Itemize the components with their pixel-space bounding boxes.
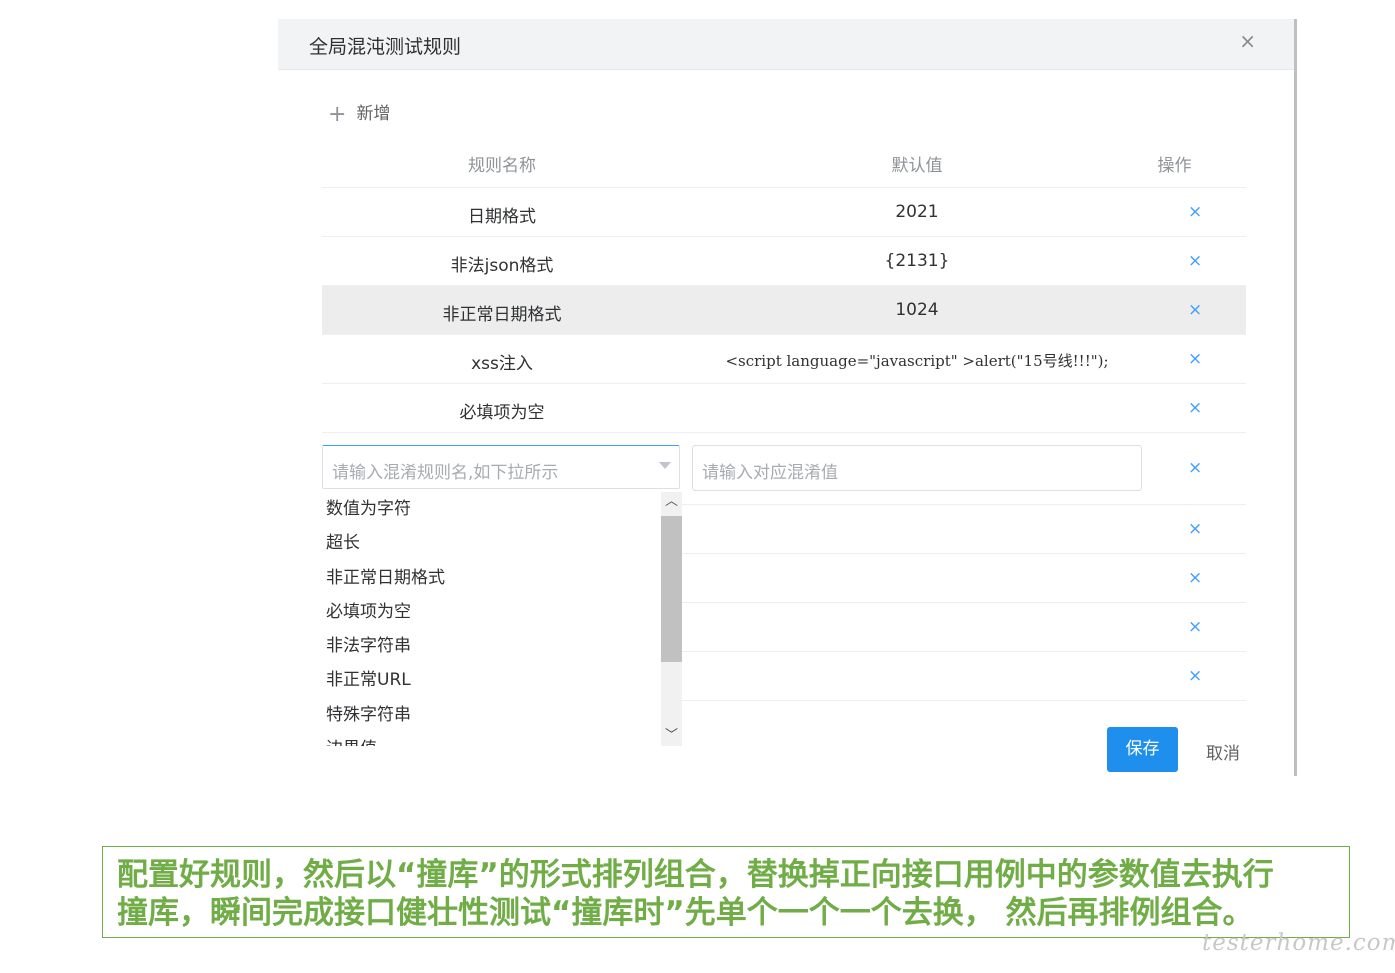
rule-name-dropdown: 数值为字符 超长 非正常日期格式 必填项为空 非法字符串 非正常URL 特殊字符… (322, 492, 682, 746)
rule-value: {2131} (884, 251, 950, 271)
dropdown-option[interactable]: 数值为字符 (322, 492, 682, 526)
header-action: 操作 (1157, 156, 1192, 176)
delete-icon[interactable]: × (1188, 251, 1202, 271)
dropdown-option[interactable]: 边界值 (322, 732, 682, 746)
save-button[interactable]: 保存 (1107, 727, 1178, 772)
dropdown-option[interactable]: 特殊字符串 (322, 698, 682, 732)
delete-icon[interactable]: × (1188, 519, 1202, 539)
rule-name-placeholder: 请输入混淆规则名,如下拉所示 (332, 463, 559, 483)
delete-icon[interactable]: × (1188, 458, 1202, 478)
table-row: 必填项为空 × (322, 384, 1246, 433)
rule-value-placeholder: 请输入对应混淆值 (702, 463, 838, 483)
dropdown-option[interactable]: 超长 (322, 526, 682, 560)
table-row: xss注入 <script language="javascript" >ale… (322, 335, 1246, 384)
dialog-title: 全局混沌测试规则 (309, 36, 462, 58)
delete-icon[interactable]: × (1188, 202, 1202, 222)
table-row: 日期格式 2021 × (322, 188, 1246, 237)
scroll-down-icon[interactable]: ﹀ (661, 726, 682, 746)
scrollbar-thumb[interactable] (661, 516, 682, 662)
rule-value: <script language="javascript" >alert("15… (725, 352, 1109, 370)
watermark: testerhome.com (1202, 930, 1395, 956)
caption-line-1: 配置好规则，然后以“撞库”的形式排列组合，替换掉正向接口用例中的参数值去执行 (117, 857, 1274, 893)
chevron-down-icon (659, 462, 671, 469)
rule-value: 2021 (895, 202, 939, 222)
dropdown-option[interactable]: 非正常URL (322, 663, 682, 697)
rule-name: 必填项为空 (459, 403, 545, 423)
dropdown-option[interactable]: 非法字符串 (322, 629, 682, 663)
rule-name: 非法json格式 (450, 256, 554, 276)
add-rule-button[interactable]: + 新增 (328, 99, 391, 127)
close-icon[interactable]: × (1239, 29, 1256, 53)
plus-icon: + (328, 102, 347, 127)
rule-value-input[interactable]: 请输入对应混淆值 (692, 445, 1142, 491)
delete-icon[interactable]: × (1188, 568, 1202, 588)
table-row: 非法json格式 {2131} × (322, 237, 1246, 286)
delete-icon[interactable]: × (1188, 617, 1202, 637)
rule-name: 非正常日期格式 (442, 305, 562, 325)
caption-box: 配置好规则，然后以“撞库”的形式排列组合，替换掉正向接口用例中的参数值去执行 撞… (102, 846, 1350, 938)
rule-value: 1024 (895, 300, 939, 320)
cancel-button[interactable]: 取消 (1206, 739, 1240, 764)
dropdown-option[interactable]: 必填项为空 (322, 595, 682, 629)
dropdown-option[interactable]: 非正常日期格式 (322, 561, 682, 595)
add-rule-label: 新增 (356, 104, 391, 124)
delete-icon[interactable]: × (1188, 300, 1202, 320)
rule-name: xss注入 (471, 354, 533, 374)
dropdown-scrollbar[interactable]: ︿ ﹀ (661, 492, 682, 746)
rule-name: 日期格式 (468, 207, 536, 227)
delete-icon[interactable]: × (1188, 349, 1202, 369)
scroll-up-icon[interactable]: ︿ (661, 492, 682, 512)
table-row: 非正常日期格式 1024 × (322, 286, 1246, 335)
delete-icon[interactable]: × (1188, 398, 1202, 418)
rule-name-select[interactable]: 请输入混淆规则名,如下拉所示 (322, 445, 680, 489)
dialog-header: 全局混沌测试规则 × (278, 19, 1294, 70)
table-header: 规则名称 默认值 操作 (322, 137, 1246, 188)
delete-icon[interactable]: × (1188, 666, 1202, 686)
caption-line-2: 撞库，瞬间完成接口健壮性测试“撞库时”先单个一个一个去换， 然后再排例组合。 (117, 895, 1254, 931)
header-rule-name: 规则名称 (468, 156, 536, 176)
header-default-value: 默认值 (891, 156, 943, 176)
